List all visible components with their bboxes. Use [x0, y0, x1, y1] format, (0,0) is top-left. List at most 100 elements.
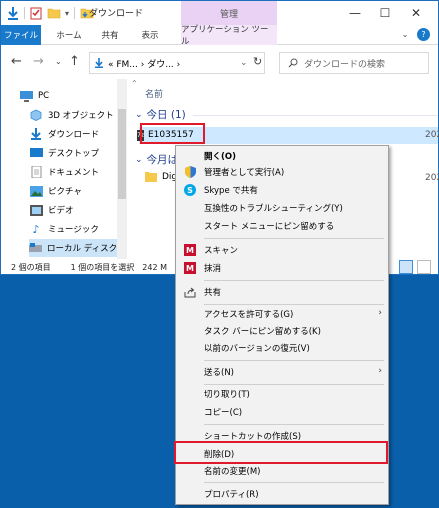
address-bar[interactable]: « FM... › ダウ... › ⌄: [89, 52, 265, 74]
nav-item-documents[interactable]: ドキュメント: [29, 163, 99, 181]
menu-item-send-to[interactable]: 送る(N): [204, 364, 234, 380]
folder-date: 202: [425, 173, 439, 183]
menu-item-properties[interactable]: プロパティ(R): [204, 486, 259, 502]
nav-item-local-disk[interactable]: ローカル ディスク (C: [29, 239, 119, 257]
collapse-chevron-icon: ⌄: [135, 109, 143, 120]
menu-item-restore-previous[interactable]: 以前のバージョンの復元(V): [204, 340, 310, 356]
nav-label: デスクトップ: [48, 149, 100, 159]
submenu-arrow-icon: ›: [378, 366, 382, 376]
menu-separator: [204, 360, 384, 361]
submenu-arrow-icon: ›: [378, 308, 382, 318]
customize-toolbar-icon[interactable]: ▾: [65, 9, 69, 18]
document-icon: [29, 166, 43, 178]
new-folder-icon[interactable]: [47, 7, 61, 19]
large-icons-view-icon[interactable]: [417, 260, 431, 274]
nav-item-pc[interactable]: PC: [19, 87, 49, 105]
tab-file[interactable]: ファイル: [1, 25, 41, 45]
highlight-box-delete: [174, 441, 388, 464]
menu-item-compat-troubleshoot[interactable]: 互換性のトラブルシューティング(Y): [204, 200, 343, 216]
nav-scroll-thumb[interactable]: [118, 109, 126, 199]
nav-label: 3D オブジェクト: [48, 111, 114, 121]
group-header-today[interactable]: ⌄ 今日 (1): [135, 107, 186, 122]
nav-label: ミュージック: [48, 225, 99, 235]
download-icon: [29, 128, 43, 140]
cube-icon: [29, 109, 43, 121]
menu-separator: [204, 482, 384, 483]
column-header-name[interactable]: 名前: [145, 87, 163, 100]
nav-label: ピクチャ: [48, 187, 82, 197]
disk-icon: [29, 242, 42, 254]
menu-item-run-as-admin[interactable]: 管理者として実行(A): [204, 164, 284, 180]
pictures-icon: [29, 185, 43, 197]
mcafee-icon: M: [184, 262, 196, 274]
nav-item-videos[interactable]: ビデオ: [29, 201, 74, 219]
tab-application-tools[interactable]: アプリケーション ツール: [181, 25, 277, 47]
music-icon: ♪: [32, 222, 40, 236]
menu-item-give-access[interactable]: アクセスを許可する(G): [204, 306, 293, 322]
menu-item-share[interactable]: 共有: [204, 284, 221, 300]
download-location-icon: [95, 58, 103, 68]
menu-separator: [204, 424, 384, 425]
nav-item-music[interactable]: ♪ ミュージック: [29, 220, 99, 238]
nav-scrollbar[interactable]: [117, 79, 127, 259]
navigation-pane: PC 3D オブジェクト ダウンロード デスクトップ ドキュメント ピクチャ ビ…: [1, 79, 129, 259]
status-item-count: 2 個の項目: [11, 262, 51, 272]
window-title: ダウンロード: [89, 9, 144, 19]
tab-share[interactable]: 共有: [93, 25, 127, 45]
menu-item-copy[interactable]: コピー(C): [204, 404, 242, 420]
address-dropdown-icon[interactable]: ⌄: [240, 58, 248, 68]
file-date: 202: [425, 130, 439, 140]
ribbon-expand-icon[interactable]: ⌄: [397, 25, 413, 45]
folder-item-dig[interactable]: Dig: [145, 171, 177, 182]
folder-icon: [145, 172, 157, 182]
maximize-button[interactable]: ☐: [370, 3, 400, 23]
back-arrow-icon[interactable]: ←: [11, 54, 22, 69]
nav-label: ダウンロード: [48, 130, 100, 140]
details-view-icon[interactable]: [399, 260, 413, 274]
menu-separator: [204, 238, 384, 239]
group-header-this-month[interactable]: ⌄ 今月は: [135, 152, 178, 167]
search-input[interactable]: ダウンロードの検索: [279, 52, 429, 74]
menu-separator: [204, 304, 384, 305]
search-placeholder: ダウンロードの検索: [304, 59, 386, 70]
up-arrow-icon[interactable]: ↑: [69, 54, 80, 69]
menu-item-scan[interactable]: スキャン: [204, 242, 238, 258]
nav-item-pictures[interactable]: ピクチャ: [29, 182, 82, 200]
menu-separator: [204, 384, 384, 385]
status-selected: 1 個の項目を選択: [70, 262, 135, 272]
status-size: 242 M: [142, 262, 167, 272]
sort-caret-icon: ⌃: [131, 79, 138, 88]
download-arrow-icon[interactable]: [7, 6, 19, 20]
refresh-icon[interactable]: ↻: [253, 55, 262, 68]
menu-item-cut[interactable]: 切り取り(T): [204, 386, 250, 402]
quick-access-toolbar: ▾: [7, 5, 94, 21]
menu-item-shred[interactable]: 抹消: [204, 260, 221, 276]
desktop-icon: [29, 147, 43, 159]
minimize-button[interactable]: —: [340, 3, 370, 23]
nav-item-downloads[interactable]: ダウンロード: [29, 125, 99, 143]
nav-item-3d-objects[interactable]: 3D オブジェクト: [29, 106, 114, 124]
menu-item-pin-taskbar[interactable]: タスク バーにピン留めする(K): [204, 323, 321, 339]
recent-locations-icon[interactable]: ⌄: [55, 57, 62, 66]
group-label: 今日 (1): [146, 109, 186, 121]
ribbon-tabs: ファイル ホーム 共有 表示 アプリケーション ツール ⌄ ?: [1, 25, 438, 47]
help-icon[interactable]: ?: [417, 28, 430, 41]
tab-view[interactable]: 表示: [133, 25, 167, 45]
highlight-box-file: [140, 123, 205, 144]
menu-item-pin-start[interactable]: スタート メニューにピン留めする: [204, 218, 334, 234]
menu-item-skype-share[interactable]: Skype で共有: [204, 182, 258, 198]
menu-item-open[interactable]: 開く(O): [204, 148, 236, 164]
contextual-tab-manage[interactable]: 管理: [181, 1, 277, 25]
nav-item-desktop[interactable]: デスクトップ: [29, 144, 99, 162]
mcafee-icon: M: [184, 244, 196, 256]
skype-icon: S: [184, 184, 196, 196]
close-button[interactable]: ✕: [401, 3, 431, 23]
menu-item-rename[interactable]: 名前の変更(M): [204, 463, 260, 479]
nav-label: ローカル ディスク (C: [47, 244, 119, 254]
group-label: 今月は: [146, 154, 179, 166]
forward-arrow-icon[interactable]: →: [33, 54, 44, 69]
nav-label: PC: [38, 91, 50, 101]
search-icon: [288, 58, 298, 68]
tab-home[interactable]: ホーム: [49, 25, 89, 45]
properties-icon[interactable]: [30, 7, 42, 20]
